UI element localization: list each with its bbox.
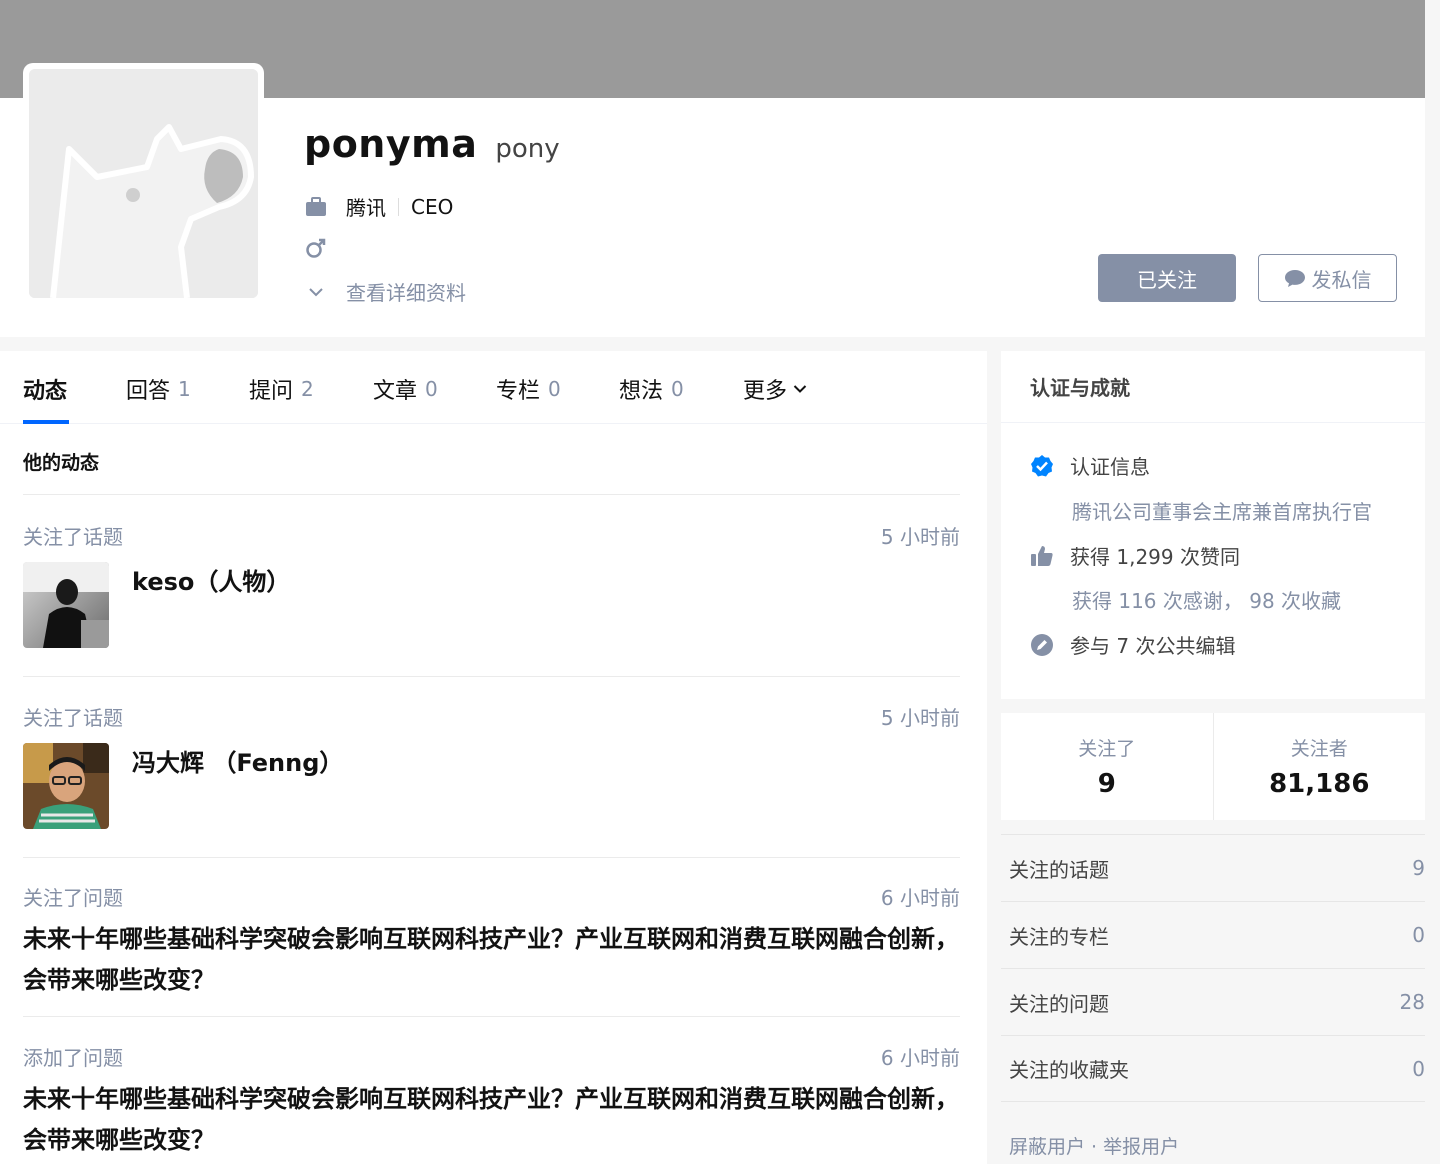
likes-stat: 获得 1,299 次赞同 (1030, 541, 1240, 570)
chevron-down-icon (793, 385, 807, 393)
question-title[interactable]: 未来十年哪些基础科学突破会影响互联网科技产业？产业互联网和消费互联网融合创新，会… (23, 1079, 960, 1161)
view-details-label: 查看详细资料 (346, 281, 466, 305)
following-count: 9 (1097, 769, 1116, 799)
activity-time: 6 小时前 (880, 886, 960, 910)
edit-icon (1030, 633, 1054, 657)
active-tab-indicator (23, 420, 69, 424)
tab-activity[interactable]: 动态 (23, 373, 67, 405)
default-avatar-icon (29, 69, 258, 298)
activity-meta: 关注了话题 5 小时前 (23, 521, 960, 550)
achievements-title: 认证与成就 (1001, 351, 1425, 423)
tab-articles[interactable]: 文章 0 (373, 373, 438, 405)
verified-detail: 腾讯公司董事会主席兼首席执行官 (1072, 500, 1372, 524)
thumbs-up-icon (1030, 544, 1054, 568)
activity-meta: 关注了话题 5 小时前 (23, 702, 960, 731)
tab-more[interactable]: 更多 (743, 373, 807, 405)
likes-text: 获得 1,299 次赞同 (1070, 545, 1240, 569)
send-message-button[interactable]: 发私信 (1258, 254, 1397, 302)
send-message-label: 发私信 (1311, 267, 1372, 292)
list-item-columns[interactable]: 关注的专栏 0 (1001, 901, 1425, 968)
following-stat[interactable]: 关注了 9 (1001, 713, 1213, 820)
user-name: ponyma (304, 122, 478, 166)
activity-card: 动态 回答 1 提问 2 文章 0 专栏 0 想法 0 更多 他的动态 关注了话题 5 小… (0, 351, 987, 1164)
topic-avatar[interactable] (23, 562, 109, 648)
report-user-link[interactable]: 举报用户 (1103, 1136, 1179, 1158)
divider (23, 857, 960, 858)
topic-card[interactable]: keso（人物） (23, 562, 290, 648)
company: 腾讯 (346, 196, 386, 220)
achievements-card: 认证与成就 认证信息 腾讯公司董事会主席兼首席执行官 获得 1,299 次赞同 … (1001, 351, 1425, 699)
following-list: 关注的话题 9 关注的专栏 0 关注的问题 28 关注的收藏夹 0 (1001, 834, 1425, 1102)
avatar[interactable] (23, 63, 264, 304)
footer-links: 屏蔽用户 · 举报用户 (1009, 1136, 1180, 1158)
activity-meta: 添加了问题 6 小时前 (23, 1042, 960, 1071)
tab-columns[interactable]: 专栏 0 (496, 373, 561, 405)
position: CEO (411, 194, 454, 219)
profile-tabs: 动态 回答 1 提问 2 文章 0 专栏 0 想法 0 更多 (0, 351, 987, 424)
activity-time: 6 小时前 (880, 1046, 960, 1070)
briefcase-icon (304, 195, 328, 219)
divider (23, 676, 960, 677)
view-details-link[interactable]: 查看详细资料 (304, 277, 466, 306)
edits-stat: 参与 7 次公共编辑 (1030, 630, 1235, 659)
list-item-questions[interactable]: 关注的问题 28 (1001, 968, 1425, 1035)
activity-action: 关注了话题 (23, 706, 123, 730)
verified-label: 认证信息 (1070, 455, 1150, 479)
verified-info: 认证信息 (1030, 451, 1150, 480)
edits-text: 参与 7 次公共编辑 (1070, 634, 1236, 658)
question-title[interactable]: 未来十年哪些基础科学突破会影响互联网科技产业？产业互联网和消费互联网融合创新，会… (23, 919, 960, 1001)
topic-name[interactable]: keso（人物） (132, 562, 290, 597)
following-button[interactable]: 已关注 (1098, 254, 1236, 302)
list-item-collections[interactable]: 关注的收藏夹 0 (1001, 1035, 1425, 1102)
tab-questions[interactable]: 提问 2 (249, 373, 314, 405)
activity-time: 5 小时前 (880, 525, 960, 549)
followers-count: 81,186 (1269, 769, 1370, 799)
thanks-text: 获得 116 次感谢， 98 次收藏 (1072, 589, 1342, 613)
divider (23, 1016, 960, 1017)
block-user-link[interactable]: 屏蔽用户 (1009, 1136, 1085, 1158)
male-icon (304, 236, 328, 260)
user-headline: pony (495, 134, 560, 164)
activity-meta: 关注了问题 6 小时前 (23, 882, 960, 911)
tab-thoughts[interactable]: 想法 0 (619, 373, 684, 405)
topic-card[interactable]: 冯大辉 （Fenng） (23, 743, 343, 829)
topic-avatar[interactable] (23, 743, 109, 829)
verified-badge-icon (1030, 454, 1054, 478)
followers-label: 关注者 (1290, 738, 1348, 760)
followers-stat[interactable]: 关注者 81,186 (1212, 713, 1426, 820)
follow-stats-card: 关注了 9 关注者 81,186 (1001, 713, 1425, 820)
chevron-down-icon (304, 280, 328, 304)
activity-action: 添加了问题 (23, 1046, 123, 1070)
feed-title: 他的动态 (23, 452, 100, 474)
following-label: 关注了 (1078, 738, 1136, 760)
activity-time: 5 小时前 (880, 706, 960, 730)
chat-icon (1284, 270, 1305, 287)
separator (398, 197, 399, 216)
topic-name[interactable]: 冯大辉 （Fenng） (132, 743, 343, 778)
tab-answers[interactable]: 回答 1 (126, 373, 191, 405)
list-item-topics[interactable]: 关注的话题 9 (1001, 834, 1425, 901)
activity-action: 关注了问题 (23, 886, 123, 910)
divider (23, 494, 960, 495)
activity-action: 关注了话题 (23, 525, 123, 549)
